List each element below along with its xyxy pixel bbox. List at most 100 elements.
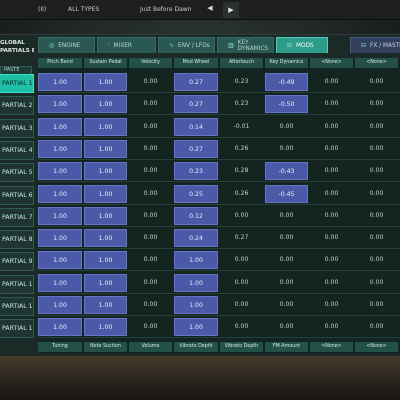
mod-amount-cell[interactable]: 0.23 <box>174 162 218 181</box>
mod-amount-cell[interactable]: 0.00 <box>220 274 263 292</box>
mod-amount-cell[interactable]: 0.00 <box>265 251 308 269</box>
mod-amount-cell[interactable]: 0.00 <box>265 140 308 158</box>
mod-amount-cell[interactable]: 0.00 <box>129 73 172 91</box>
mod-amount-cell[interactable]: 0.00 <box>129 140 172 158</box>
prev-preset-icon[interactable]: ◀ <box>203 4 217 16</box>
source-header[interactable]: Pitch Bend <box>38 58 82 68</box>
mod-amount-cell[interactable]: 1.00 <box>84 296 127 314</box>
mod-amount-cell[interactable]: 1.00 <box>174 318 218 337</box>
tab-engine[interactable]: ◎ ENGINE <box>38 37 95 53</box>
tab-fx-master[interactable]: ⊟FX / MASTER <box>350 37 400 53</box>
mod-amount-cell[interactable]: 0.00 <box>129 296 172 314</box>
partial-button[interactable]: PARTIAL 2 <box>0 96 34 116</box>
mod-amount-cell[interactable]: 0.00 <box>310 251 353 269</box>
mod-amount-cell[interactable]: 0.00 <box>310 207 353 225</box>
mod-amount-cell[interactable]: 0.00 <box>265 296 308 314</box>
tab-mods[interactable]: ⊞ MODS <box>276 37 328 53</box>
partial-button[interactable]: PARTIAL 9 <box>0 252 34 272</box>
mod-amount-cell[interactable]: 1.00 <box>38 139 82 158</box>
mod-amount-cell[interactable]: 1.00 <box>174 296 218 314</box>
mod-amount-cell[interactable]: 1.00 <box>38 229 82 248</box>
mod-amount-cell[interactable]: 0.00 <box>355 73 398 91</box>
mod-amount-cell[interactable]: 0.00 <box>310 95 353 113</box>
mod-amount-cell[interactable]: 1.00 <box>84 184 127 203</box>
mod-amount-cell[interactable]: 0.00 <box>310 229 353 247</box>
mod-amount-cell[interactable]: 0.00 <box>129 162 172 180</box>
partial-button[interactable]: PARTIAL 3 <box>0 118 34 138</box>
mod-amount-cell[interactable]: 1.00 <box>38 251 82 270</box>
mod-amount-cell[interactable]: 1.00 <box>174 251 218 270</box>
partial-button[interactable]: PARTIAL 8 <box>0 230 34 250</box>
partial-button[interactable]: PARTIAL 4 <box>0 140 34 160</box>
mod-amount-cell[interactable]: 1.00 <box>84 162 127 181</box>
mod-amount-cell[interactable]: 0.00 <box>129 229 172 247</box>
source-header[interactable]: Mod Wheel <box>174 58 218 68</box>
mod-amount-cell[interactable]: 0.27 <box>174 73 218 91</box>
mod-amount-cell[interactable]: 0.00 <box>310 185 353 203</box>
mod-amount-cell[interactable]: 0.00 <box>310 162 353 180</box>
mod-amount-cell[interactable]: 1.00 <box>38 206 82 225</box>
patch-name[interactable]: Just Before Dawn <box>140 6 192 13</box>
target-footer[interactable]: Note Suction <box>84 342 127 352</box>
mod-amount-cell[interactable]: 0.23 <box>220 95 263 113</box>
mod-amount-cell[interactable]: 0.00 <box>265 229 308 247</box>
partial-button[interactable]: PARTIAL 5 <box>0 163 34 183</box>
source-header[interactable]: Sustain Pedal <box>84 58 127 68</box>
source-header[interactable]: Velocity <box>129 58 172 68</box>
mod-amount-cell[interactable]: 1.00 <box>38 296 82 314</box>
target-footer[interactable]: Volume <box>129 342 172 352</box>
mod-amount-cell[interactable]: 0.00 <box>310 274 353 292</box>
mod-amount-cell[interactable]: -0.45 <box>265 184 308 203</box>
mod-amount-cell[interactable]: 0.00 <box>355 296 398 314</box>
mod-amount-cell[interactable]: 1.00 <box>84 229 127 248</box>
partial-button[interactable]: PARTIAL 1 <box>0 74 34 93</box>
mod-amount-cell[interactable]: 0.00 <box>355 185 398 203</box>
mod-amount-cell[interactable]: -0.01 <box>220 118 263 136</box>
type-filter[interactable]: ALL TYPES <box>68 6 99 13</box>
preset-label[interactable]: (II) <box>38 6 46 13</box>
mod-amount-cell[interactable]: 0.24 <box>174 229 218 248</box>
mod-amount-cell[interactable]: 1.00 <box>84 251 127 270</box>
target-footer[interactable]: FM Amount <box>265 342 308 352</box>
mod-amount-cell[interactable]: -0.43 <box>265 162 308 181</box>
mod-amount-cell[interactable]: 1.00 <box>84 273 127 292</box>
mod-amount-cell[interactable]: 0.00 <box>129 95 172 113</box>
mod-amount-cell[interactable]: 0.00 <box>355 118 398 136</box>
source-header[interactable]: <None> <box>355 58 398 68</box>
target-footer[interactable]: <None> <box>310 342 353 352</box>
mod-amount-cell[interactable]: 0.00 <box>355 318 398 336</box>
partial-button[interactable]: PARTIAL 12 <box>0 319 34 339</box>
mod-amount-cell[interactable]: 0.00 <box>355 95 398 113</box>
partial-button[interactable]: PARTIAL 10 <box>0 274 34 294</box>
mod-amount-cell[interactable]: 0.25 <box>174 184 218 203</box>
mod-amount-cell[interactable]: 0.00 <box>310 73 353 91</box>
mod-amount-cell[interactable]: 0.00 <box>310 318 353 336</box>
mod-amount-cell[interactable]: 0.00 <box>355 140 398 158</box>
tab-env-lfos[interactable]: ∿ ENV / LFOs <box>158 37 215 53</box>
target-footer[interactable]: <None> <box>355 342 398 352</box>
mod-amount-cell[interactable]: 1.00 <box>38 318 82 337</box>
source-header[interactable]: <None> <box>310 58 353 68</box>
mod-amount-cell[interactable]: 0.00 <box>129 118 172 136</box>
mod-amount-cell[interactable]: 1.00 <box>38 95 82 114</box>
mod-amount-cell[interactable]: -0.49 <box>265 73 308 91</box>
tab-key-dynamics[interactable]: ▥ KEY DYNAMICS <box>217 37 274 53</box>
mod-amount-cell[interactable]: 1.00 <box>38 162 82 181</box>
mod-amount-cell[interactable]: 1.00 <box>84 95 127 114</box>
mod-amount-cell[interactable]: 0.00 <box>310 140 353 158</box>
mod-amount-cell[interactable]: 0.14 <box>174 117 218 136</box>
mod-amount-cell[interactable]: 0.28 <box>220 162 263 180</box>
mod-amount-cell[interactable]: 0.00 <box>310 118 353 136</box>
mod-amount-cell[interactable]: 1.00 <box>38 273 82 292</box>
tab-mixer[interactable]: ⫶ MIXER <box>97 37 156 53</box>
mod-amount-cell[interactable]: 0.12 <box>174 206 218 225</box>
mod-amount-cell[interactable]: 0.00 <box>220 251 263 269</box>
target-footer[interactable]: Vibrato Depth <box>220 342 263 352</box>
mod-amount-cell[interactable]: 0.00 <box>129 274 172 292</box>
mod-amount-cell[interactable]: 1.00 <box>84 206 127 225</box>
mod-amount-cell[interactable]: 0.27 <box>174 139 218 158</box>
partial-button[interactable]: PARTIAL 6 <box>0 185 34 205</box>
mod-amount-cell[interactable]: 0.00 <box>265 118 308 136</box>
mod-amount-cell[interactable]: 0.00 <box>265 207 308 225</box>
mod-amount-cell[interactable]: 1.00 <box>84 318 127 337</box>
